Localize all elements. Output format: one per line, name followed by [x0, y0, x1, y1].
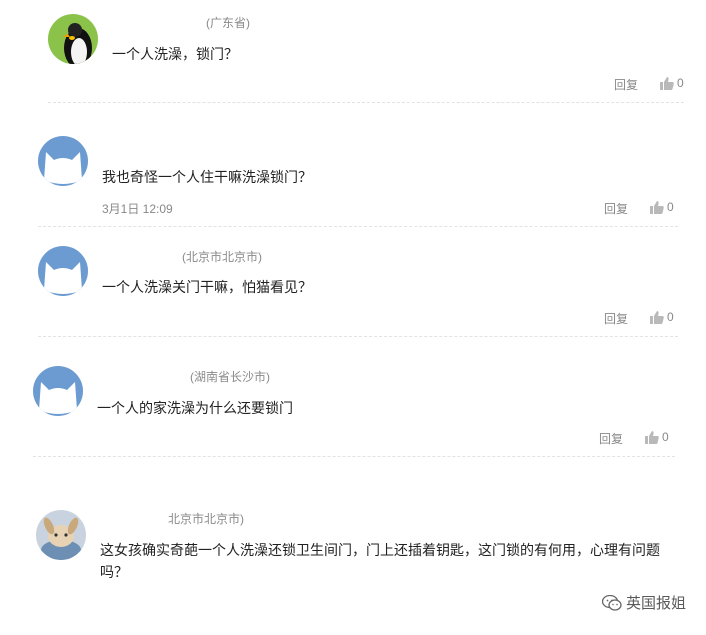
- comment-text: 我也奇怪一个人住干嘛洗澡锁门？: [102, 169, 312, 185]
- default-avatar[interactable]: [33, 366, 83, 416]
- rabbit-avatar[interactable]: [36, 510, 86, 560]
- watermark-text: 英国报姐: [625, 595, 686, 612]
- like-button[interactable]: 0: [660, 76, 684, 90]
- comment-divider: [48, 102, 684, 103]
- thumbs-up-icon: [645, 430, 659, 444]
- like-button[interactable]: 0: [645, 430, 669, 444]
- comment-text: 一个人的家洗澡为什么还要锁门: [97, 400, 293, 416]
- comment-text: 这女孩确实奇葩一个人洗澡还锁卫生间门，门上还插着钥匙，这门锁的有何用，心理有问题…: [100, 542, 660, 580]
- comment-divider: [38, 336, 678, 337]
- comment-divider: [38, 226, 678, 227]
- watermark: 英国报姐: [601, 592, 686, 613]
- comment-divider: [33, 456, 675, 457]
- default-avatar[interactable]: [38, 246, 88, 296]
- thumbs-up-icon: [660, 76, 674, 90]
- reply-button[interactable]: 回复: [614, 76, 638, 93]
- like-count: 0: [667, 200, 674, 214]
- penguin-avatar[interactable]: [48, 14, 98, 64]
- comment-location: (广东省): [206, 16, 250, 30]
- reply-button[interactable]: 回复: [599, 430, 623, 447]
- comment-date: 3月1日 12:09: [102, 202, 173, 216]
- default-avatar[interactable]: [38, 136, 88, 186]
- like-count: 0: [677, 76, 684, 90]
- like-button[interactable]: 0: [650, 200, 674, 214]
- like-button[interactable]: 0: [650, 310, 674, 324]
- comment-text: 一个人洗澡，锁门？: [112, 46, 238, 62]
- reply-button[interactable]: 回复: [604, 200, 628, 217]
- comment-location: 北京市北京市): [168, 512, 244, 526]
- comment-text: 一个人洗澡关门干嘛，怕猫看见？: [102, 279, 312, 295]
- comment-location: (北京市北京市): [182, 250, 262, 264]
- comment-location: (湖南省长沙市): [190, 370, 270, 384]
- wechat-icon: [601, 594, 622, 611]
- like-count: 0: [662, 430, 669, 444]
- thumbs-up-icon: [650, 200, 664, 214]
- like-count: 0: [667, 310, 674, 324]
- reply-button[interactable]: 回复: [604, 310, 628, 327]
- thumbs-up-icon: [650, 310, 664, 324]
